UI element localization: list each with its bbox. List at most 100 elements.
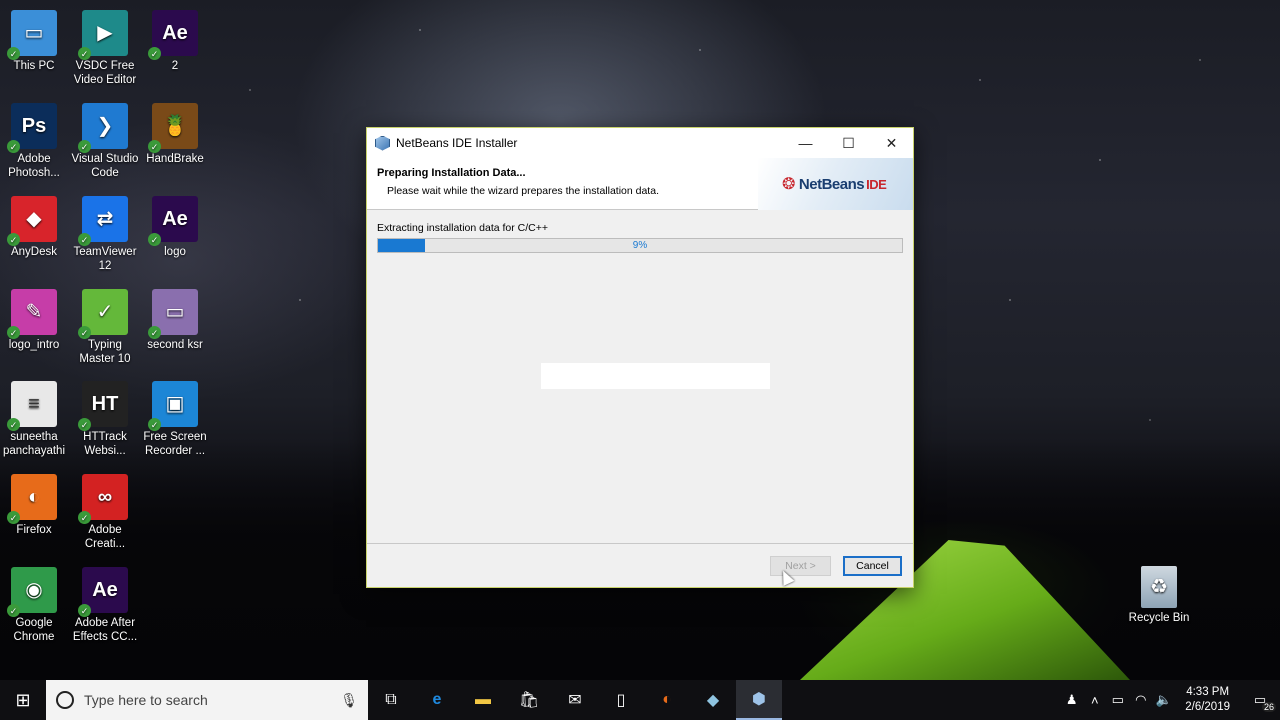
sync-check-icon: ✓: [78, 326, 91, 339]
title-bar[interactable]: NetBeans IDE Installer — ☐ ✕: [367, 128, 913, 158]
desktop-icon[interactable]: ◐ ✓ Firefox: [0, 474, 70, 537]
desktop-app-icon: ◉ ✓: [7, 567, 57, 617]
system-tray: ♟ ˄ ▭ ◠ 🔈 4:33 PM 2/6/2019 ▭ 26: [1060, 680, 1280, 720]
desktop-icon-label: logo: [164, 246, 186, 258]
notifications-icon[interactable]: ▭ 26: [1240, 692, 1280, 712]
desktop-icon[interactable]: ∞ ✓ Adobe Creati...: [69, 474, 141, 551]
task-view-icon[interactable]: ⧉: [368, 680, 414, 720]
desktop-icon[interactable]: ≡ ✓ suneetha panchayathi: [0, 381, 70, 458]
desktop-app-icon: ▣ ✓: [148, 381, 198, 431]
desktop-icon[interactable]: ✓ ✓ Typing Master 10: [69, 289, 141, 366]
window-title: NetBeans IDE Installer: [396, 136, 518, 150]
progress-label: Extracting installation data for C/C++: [377, 222, 549, 234]
desktop-icon[interactable]: Ps ✓ Adobe Photosh...: [0, 103, 70, 180]
desktop-icon-label: VSDC Free Video Editor: [73, 60, 137, 86]
sync-check-icon: ✓: [78, 47, 91, 60]
desktop-app-icon: 🍍 ✓: [148, 103, 198, 153]
desktop-icon-label: suneetha panchayathi: [2, 431, 66, 457]
desktop-icon[interactable]: ✎ ✓ logo_intro: [0, 289, 70, 352]
desktop-icon[interactable]: Ae ✓ Adobe After Effects CC...: [69, 567, 141, 644]
desktop-app-icon: ⇄ ✓: [78, 196, 128, 246]
sync-check-icon: ✓: [7, 326, 20, 339]
maximize-button[interactable]: ☐: [827, 128, 870, 158]
desktop-icon-label: Firefox: [16, 524, 52, 536]
desktop-icon[interactable]: ▭ ✓ second ksr: [139, 289, 211, 352]
desktop-icon[interactable]: Ae ✓ 2: [139, 10, 211, 73]
progress-percent: 9%: [632, 240, 648, 251]
desktop-app-icon: Ae ✓: [78, 567, 128, 617]
desktop-app-icon: ✓ ✓: [78, 289, 128, 339]
sync-check-icon: ✓: [78, 140, 91, 153]
minimize-button[interactable]: —: [784, 128, 827, 158]
desktop-app-icon: ✎ ✓: [7, 289, 57, 339]
mail-icon[interactable]: ✉: [552, 680, 598, 720]
sync-check-icon: ✓: [7, 233, 20, 246]
wifi-icon[interactable]: ◠: [1129, 692, 1152, 708]
cortana-icon: [56, 691, 74, 709]
sync-check-icon: ✓: [7, 418, 20, 431]
firefox-taskbar-icon[interactable]: ◐: [644, 680, 690, 720]
document-icon[interactable]: ▯: [598, 680, 644, 720]
desktop-icon-label: TeamViewer 12: [73, 246, 137, 272]
close-button[interactable]: ✕: [870, 128, 913, 158]
start-button[interactable]: ⊞: [0, 680, 46, 720]
desktop-app-icon: ≡ ✓: [7, 381, 57, 431]
desktop-icon[interactable]: Ae ✓ logo: [139, 196, 211, 259]
netbeans-app-icon: [375, 135, 390, 151]
desktop-app-icon: ◐ ✓: [7, 474, 57, 524]
clock-time: 4:33 PM: [1186, 686, 1230, 698]
desktop-icon[interactable]: ▭ ✓ This PC: [0, 10, 70, 73]
desktop-icon-label: Google Chrome: [13, 617, 55, 643]
recycle-bin-icon[interactable]: ♻ Recycle Bin: [1122, 566, 1196, 625]
taskbar: ⊞ Type here to search 🎙 ⧉ e ▬ 🛍 ✉ ▯ ◐ ◆ …: [0, 680, 1280, 720]
search-placeholder: Type here to search: [84, 692, 208, 708]
desktop-app-icon: Ae ✓: [148, 196, 198, 246]
desktop-app-icon: HT ✓: [78, 381, 128, 431]
desktop-icon-label: logo_intro: [8, 339, 60, 351]
cancel-button[interactable]: Cancel: [843, 556, 902, 576]
desktop-icon-label: 2: [171, 60, 179, 72]
volume-icon[interactable]: 🔈: [1152, 692, 1175, 708]
netbeans-cube-icon: ❂: [782, 176, 795, 193]
clock[interactable]: 4:33 PM 2/6/2019: [1175, 685, 1240, 715]
desktop-app-icon: ▶ ✓: [78, 10, 128, 60]
desktop-icon[interactable]: ❯ ✓ Visual Studio Code: [69, 103, 141, 180]
chevron-up-icon[interactable]: ˄: [1083, 693, 1106, 708]
desktop-app-icon: ▭ ✓: [148, 289, 198, 339]
sync-check-icon: ✓: [148, 47, 161, 60]
desktop-app-icon: ∞ ✓: [78, 474, 128, 524]
desktop-app-icon: ❯ ✓: [78, 103, 128, 153]
netbeans-taskbar-icon[interactable]: ⬢: [736, 680, 782, 720]
desktop-icon-label: Adobe After Effects CC...: [72, 617, 138, 643]
desktop-icon[interactable]: ▶ ✓ VSDC Free Video Editor: [69, 10, 141, 87]
desktop-icon-label: Adobe Photosh...: [8, 153, 60, 179]
desktop-icon[interactable]: ▣ ✓ Free Screen Recorder ...: [139, 381, 211, 458]
desktop-icon-label: Free Screen Recorder ...: [143, 431, 207, 457]
sync-check-icon: ✓: [78, 511, 91, 524]
desktop-icon[interactable]: 🍍 ✓ HandBrake: [139, 103, 211, 166]
sync-check-icon: ✓: [148, 418, 161, 431]
people-icon[interactable]: ♟: [1060, 692, 1083, 708]
sync-check-icon: ✓: [148, 233, 161, 246]
sync-check-icon: ✓: [78, 233, 91, 246]
desktop-icon-label: Adobe Creati...: [84, 524, 126, 550]
desktop-app-icon: ◆ ✓: [7, 196, 57, 246]
desktop-icon-label: HandBrake: [146, 153, 204, 165]
desktop-icon[interactable]: HT ✓ HTTrack Websi...: [69, 381, 141, 458]
edge-icon[interactable]: e: [414, 680, 460, 720]
app-taskbar-icon[interactable]: ◆: [690, 680, 736, 720]
desktop-icon[interactable]: ⇄ ✓ TeamViewer 12: [69, 196, 141, 273]
desktop-icon-label: Visual Studio Code: [71, 153, 139, 179]
desktop-app-icon: Ps ✓: [7, 103, 57, 153]
microphone-icon[interactable]: 🎙: [340, 692, 358, 709]
battery-icon[interactable]: ▭: [1106, 692, 1129, 708]
store-icon[interactable]: 🛍: [506, 680, 552, 720]
sync-check-icon: ✓: [7, 511, 20, 524]
desktop-icon[interactable]: ◉ ✓ Google Chrome: [0, 567, 70, 644]
sync-check-icon: ✓: [7, 140, 20, 153]
file-explorer-icon[interactable]: ▬: [460, 680, 506, 720]
desktop-app-icon: ▭ ✓: [7, 10, 57, 60]
status-panel: [541, 363, 770, 389]
search-input[interactable]: Type here to search 🎙: [46, 680, 368, 720]
desktop-icon[interactable]: ◆ ✓ AnyDesk: [0, 196, 70, 259]
